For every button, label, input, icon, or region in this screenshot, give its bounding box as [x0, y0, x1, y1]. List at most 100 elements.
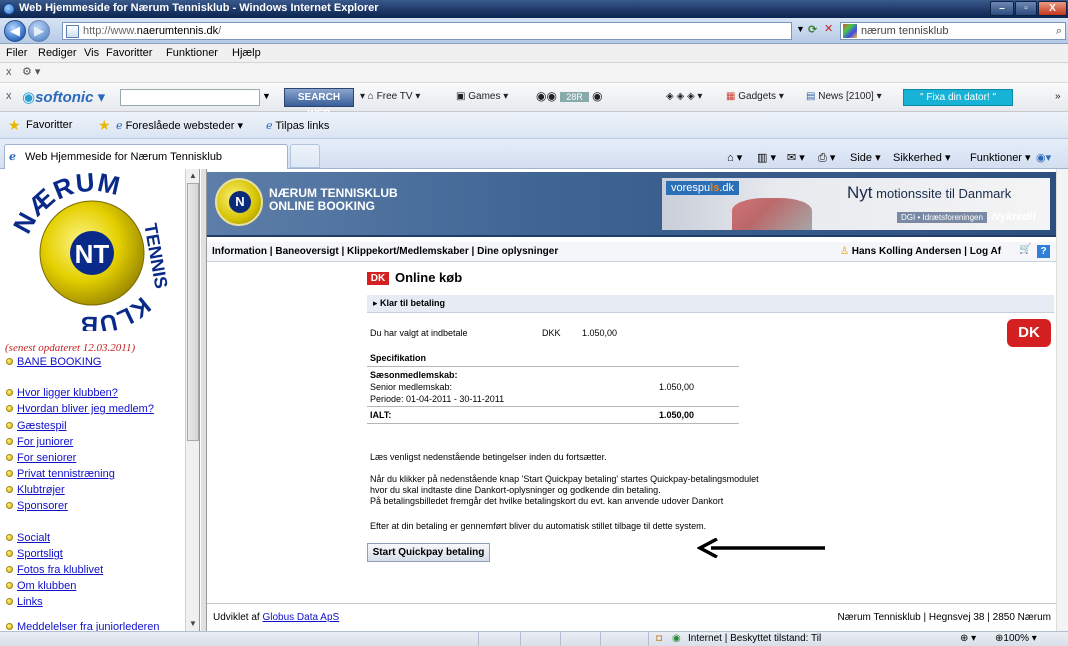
tab-title: Web Hjemmeside for Nærum Tennisklub — [25, 151, 223, 163]
nav-sportsligt[interactable]: Sportsligt — [6, 548, 63, 560]
search-field[interactable]: nærum tennisklub ⌕ — [840, 22, 1066, 40]
nav-hvor-ligger[interactable]: Hvor ligger klubben? — [6, 387, 118, 399]
softonic-search-input[interactable] — [120, 89, 260, 106]
left-frame-scrollbar[interactable]: ▲ ▼ — [185, 169, 199, 631]
membership-heading: Sæsonmedlemskab: — [370, 370, 458, 380]
radio-control[interactable]: ◉◉ 28R ◉ — [536, 89, 603, 103]
club-logo: NT NÆRUM TENNIS KLUB — [7, 171, 172, 331]
nav-gaestespil[interactable]: Gæstespil — [6, 420, 67, 432]
news-button[interactable]: ▤ News [2100] ▾ — [806, 91, 882, 102]
ie-small-icon: ℯ — [266, 120, 276, 132]
minimize-button[interactable]: – — [990, 1, 1014, 16]
softonic-close-icon[interactable]: x — [6, 90, 12, 102]
menu-rediger[interactable]: Rediger — [38, 47, 77, 59]
nav-privat-traening[interactable]: Privat tennistræning — [6, 468, 115, 480]
tab-ie-icon: ℯ — [9, 151, 16, 163]
add-favorite-icon[interactable]: ★ — [98, 117, 111, 134]
media-buttons[interactable]: ◈ ◈ ◈ ▾ — [666, 91, 702, 102]
suggested-sites-button[interactable]: ℯ Foreslåede websteder ▾ — [116, 119, 243, 132]
scroll-down-icon[interactable]: ▼ — [189, 619, 197, 628]
search-web-button[interactable]: SEARCH WEB — [284, 88, 354, 120]
live-search-icon — [843, 24, 857, 38]
menu-vis[interactable]: Vis — [84, 47, 99, 59]
menu-hjaelp[interactable]: Hjælp — [232, 47, 261, 59]
url-field[interactable]: http://www.naerumtennis.dk/ — [62, 22, 792, 40]
sikkerhed-menu[interactable]: Sikkerhed ▾ — [893, 151, 951, 164]
forward-button[interactable]: ▶ — [28, 20, 50, 42]
print-button[interactable]: ⎙ ▾ — [818, 151, 835, 165]
subnav-links[interactable]: Information | Baneoversigt | Klippekort/… — [212, 246, 558, 257]
nav-socialt[interactable]: Socialt — [6, 532, 50, 544]
nav-seniorer[interactable]: For seniorer — [6, 452, 76, 464]
nav-juniorer[interactable]: For juniorer — [6, 436, 73, 448]
softonic-dropdown-icon[interactable]: ▼ — [262, 91, 271, 101]
nav-meddelelser[interactable]: Meddelelser fra juniorlederen — [6, 621, 159, 631]
help-button[interactable]: ? — [1037, 245, 1050, 258]
menu-filer[interactable]: Filer — [6, 47, 27, 59]
back-button[interactable]: ◀ — [4, 20, 26, 42]
favorites-button[interactable]: Favoritter — [26, 119, 72, 131]
protected-mode-icon[interactable]: ⊕ ▾ — [960, 633, 976, 644]
bullet-icon — [6, 623, 13, 630]
zoom-control[interactable]: ⊕100% ▾ — [995, 633, 1037, 644]
gadgets-button[interactable]: ▦ Gadgets ▾ — [726, 91, 784, 102]
nav-sponsorer[interactable]: Sponsorer — [6, 500, 68, 512]
status-divider — [478, 632, 479, 646]
booking-subnav: Information | Baneoversigt | Klippekort/… — [207, 242, 1056, 262]
home-button[interactable]: ⌂ ▾ — [727, 151, 742, 164]
softonic-logo[interactable]: ◉softonic ▾ — [22, 88, 105, 106]
tab-naerum[interactable]: ℯ Web Hjemmeside for Nærum Tennisklub — [4, 144, 288, 169]
url-dropdown-icon[interactable]: ▼ — [796, 24, 805, 34]
bullet-icon — [6, 389, 13, 396]
info-line-4: Efter at din betaling er gennemført bliv… — [370, 521, 707, 531]
toolbar-widget-icon[interactable]: ⚙ ▾ — [22, 65, 40, 78]
toolbar-close-icon[interactable]: x — [6, 66, 12, 78]
popup-blocked-icon[interactable]: ◘ — [656, 633, 662, 644]
close-button[interactable]: X — [1038, 1, 1067, 16]
bullet-icon — [6, 582, 13, 589]
side-menu[interactable]: Side ▾ — [850, 151, 881, 164]
menu-favoritter[interactable]: Favoritter — [106, 47, 152, 59]
scroll-up-icon[interactable]: ▲ — [189, 171, 197, 180]
help-icon[interactable]: ◉▾ — [1036, 151, 1051, 164]
tilpas-links-button[interactable]: ℯ Tilpas links — [266, 119, 329, 132]
nav-hvordan-medlem[interactable]: Hvordan bliver jeg medlem? — [6, 403, 154, 415]
menu-funktioner[interactable]: Funktioner — [166, 47, 218, 59]
refresh-icon[interactable]: ⟳ — [808, 23, 817, 36]
stop-icon[interactable]: ✕ — [824, 22, 833, 35]
start-quickpay-button[interactable]: Start Quickpay betaling — [367, 543, 490, 562]
nav-links[interactable]: Links — [6, 596, 43, 608]
nav-bane-booking[interactable]: BANE BOOKING — [6, 356, 101, 368]
dankort-small-icon: DK — [367, 272, 389, 285]
search-go-icon[interactable]: ⌕ — [1056, 23, 1062, 39]
free-tv-button[interactable]: ▾ ⌂ Free TV ▾ — [360, 91, 420, 102]
new-tab-button[interactable] — [290, 144, 320, 168]
games-button[interactable]: ▣ Games ▾ — [456, 91, 508, 102]
user-logout[interactable]: ♙ Hans Kolling Andersen | Log Af — [840, 246, 1001, 257]
nav-klubtrojer[interactable]: Klubtrøjer — [6, 484, 65, 496]
funktioner-menu[interactable]: Funktioner ▾ — [970, 151, 1031, 164]
nav-fotos[interactable]: Fotos fra klublivet — [6, 564, 103, 576]
feeds-button[interactable]: ▥ ▾ — [757, 151, 776, 164]
tab-row: ℯ Web Hjemmeside for Nærum Tennisklub ⌂ … — [0, 139, 1068, 169]
fixa-din-dator-button[interactable]: " Fixa din dator! " — [903, 89, 1013, 106]
url-prefix: http://www. — [83, 25, 137, 37]
ie-small-icon: ℯ — [116, 120, 126, 132]
cart-icon[interactable]: 🛒 — [1019, 244, 1031, 255]
ad-banner[interactable]: vorespuls.dk Nyt motionssite til Danmark… — [662, 178, 1050, 230]
bullet-icon — [6, 358, 13, 365]
mail-button[interactable]: ✉ ▾ — [787, 151, 805, 164]
globus-link[interactable]: Globus Data ApS — [262, 612, 339, 623]
ad-nykredit: Nykredit — [992, 211, 1037, 223]
bullet-icon — [6, 566, 13, 573]
header-title-line2: ONLINE BOOKING — [269, 199, 376, 213]
ad-image — [732, 198, 812, 230]
scroll-thumb[interactable] — [187, 183, 199, 441]
booking-header: N NÆRUM TENNISKLUB ONLINE BOOKING voresp… — [207, 172, 1056, 237]
toolbar-chevron-icon[interactable]: » — [1055, 91, 1061, 102]
chosen-amount-label: Du har valgt at indbetale — [370, 328, 468, 338]
nav-om-klubben[interactable]: Om klubben — [6, 580, 76, 592]
currency: DKK — [542, 328, 561, 338]
maximize-button[interactable]: ▫ — [1015, 1, 1037, 16]
bullet-icon — [6, 454, 13, 461]
